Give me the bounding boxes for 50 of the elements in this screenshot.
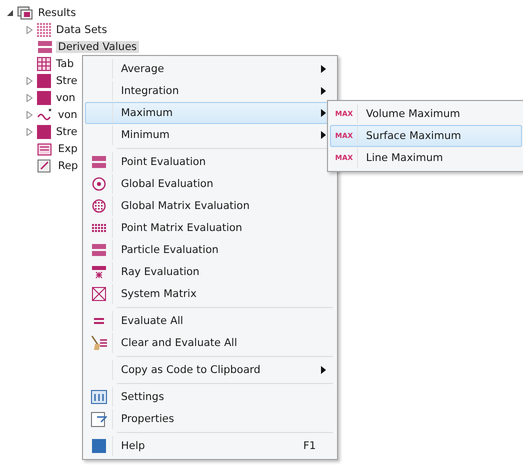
menu-item[interactable]: Evaluate All — [85, 310, 335, 332]
dot-grid-icon — [92, 223, 106, 233]
tree-item[interactable]: Stre — [54, 126, 80, 138]
menu-item[interactable]: Ray Evaluation — [85, 261, 335, 283]
tree-item[interactable]: Stre — [54, 74, 80, 86]
menu-item[interactable]: Particle Evaluation — [85, 239, 335, 261]
tree-item[interactable]: Data Sets — [54, 24, 110, 36]
tree-item[interactable]: Rep — [56, 160, 80, 172]
collapsed-icon[interactable] — [26, 94, 32, 102]
settings-icon — [91, 390, 107, 404]
menu-item[interactable]: Settings — [85, 386, 335, 408]
table-icon — [37, 56, 51, 70]
menu-item[interactable]: Point Evaluation — [85, 151, 335, 173]
broom-icon — [90, 335, 108, 351]
export-icon — [37, 142, 53, 156]
collapsed-icon[interactable] — [26, 76, 32, 84]
collapsed-icon[interactable] — [26, 110, 32, 118]
folder-stack-icon — [17, 6, 33, 20]
grid-icon — [37, 22, 51, 36]
menu-item[interactable]: Global Matrix Evaluation — [85, 195, 335, 217]
menu-item[interactable]: Properties — [85, 408, 335, 430]
menu-item[interactable]: System Matrix — [85, 283, 335, 305]
report-icon — [37, 158, 53, 172]
matrix-icon — [92, 287, 106, 301]
square-icon — [37, 74, 51, 88]
equals-icon — [93, 317, 105, 325]
menu-item[interactable]: Integration — [85, 80, 335, 102]
tree-item[interactable]: Derived Values — [56, 40, 139, 52]
menu-item[interactable]: Copy as Code to Clipboard — [85, 359, 335, 381]
collapsed-icon[interactable] — [26, 26, 32, 34]
collapsed-icon[interactable] — [26, 128, 32, 136]
burst-icon — [91, 265, 107, 279]
wave-icon — [37, 108, 53, 122]
menu-item[interactable]: Global Evaluation — [85, 173, 335, 195]
menu-item[interactable]: Point Matrix Evaluation — [85, 217, 335, 239]
menu-item[interactable]: Average — [85, 58, 335, 80]
circle-grid-icon — [92, 199, 106, 213]
properties-icon — [91, 412, 107, 426]
circle-number-icon — [92, 177, 106, 191]
expanded-icon[interactable] — [6, 8, 12, 16]
tree-item[interactable]: Results — [36, 6, 78, 18]
menu-item[interactable]: Clear and Evaluate All — [85, 332, 335, 354]
square-icon — [37, 124, 51, 138]
tree-item[interactable]: von — [56, 108, 80, 120]
square-icon — [37, 90, 51, 104]
tree-item[interactable]: von — [54, 92, 78, 104]
tree-item[interactable]: Tab — [54, 58, 76, 70]
menu-item[interactable]: Minimum — [85, 124, 335, 146]
menu-item[interactable]: Help F1 — [85, 435, 335, 457]
tree-item[interactable]: Exp — [56, 142, 80, 154]
